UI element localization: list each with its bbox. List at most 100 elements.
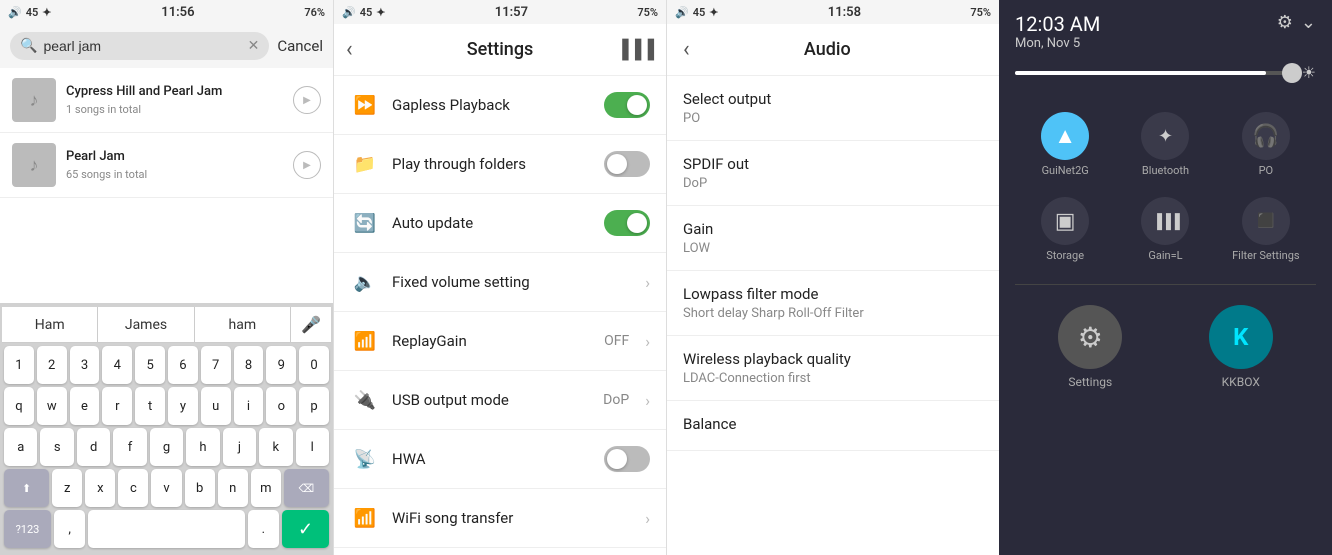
storage-tile-icon: ▣ <box>1041 197 1089 245</box>
kb-key-7[interactable]: 7 <box>201 346 231 384</box>
hwa-toggle[interactable] <box>604 446 650 472</box>
gapless-toggle[interactable] <box>604 92 650 118</box>
clear-icon[interactable]: ✕ <box>248 38 260 54</box>
status-right-1: 76% <box>304 6 325 19</box>
gear-icon[interactable]: ⚙ <box>1277 12 1293 33</box>
bluetooth-label: Bluetooth <box>1142 164 1189 177</box>
kb-c[interactable]: c <box>118 469 148 507</box>
kb-key-5[interactable]: 5 <box>135 346 165 384</box>
settings-item-fixedvol[interactable]: 🔈 Fixed volume setting › <box>334 253 666 312</box>
kb-f[interactable]: f <box>113 428 146 466</box>
settings-item-folders[interactable]: 📁 Play through folders <box>334 135 666 194</box>
kb-o[interactable]: o <box>266 387 296 425</box>
audio-back-button[interactable]: ‹ <box>683 37 690 62</box>
settings-item-hwa[interactable]: 📡 HWA <box>334 430 666 489</box>
kb-delete[interactable]: ⌫ <box>284 469 329 507</box>
mic-icon[interactable]: 🎤 <box>291 307 331 342</box>
kb-key-4[interactable]: 4 <box>102 346 132 384</box>
audio-item-wireless[interactable]: Wireless playback quality LDAC-Connectio… <box>667 336 999 401</box>
song-thumb-2: ♪ <box>12 143 56 187</box>
kb-h[interactable]: h <box>186 428 219 466</box>
qs-tile-po[interactable]: 🎧 PO <box>1216 102 1316 187</box>
kb-b[interactable]: b <box>185 469 215 507</box>
audio-item-lowpass[interactable]: Lowpass filter mode Short delay Sharp Ro… <box>667 271 999 336</box>
kb-v[interactable]: v <box>151 469 181 507</box>
kb-key-3[interactable]: 3 <box>70 346 100 384</box>
kb-a[interactable]: a <box>4 428 37 466</box>
kb-key-2[interactable]: 2 <box>37 346 67 384</box>
kb-key-8[interactable]: 8 <box>234 346 264 384</box>
qs-tile-filter[interactable]: ⬛ Filter Settings <box>1216 187 1316 272</box>
cancel-button[interactable]: Cancel <box>277 37 323 55</box>
brightness-fill <box>1015 71 1266 75</box>
settings-list: ⏩ Gapless Playback 📁 Play through folder… <box>334 76 666 555</box>
settings-item-wifi[interactable]: 📶 WiFi song transfer › <box>334 489 666 548</box>
kb-space[interactable] <box>88 510 245 548</box>
settings-item-autoupdate[interactable]: 🔄 Auto update <box>334 194 666 253</box>
status-bar-1: 🔊 45 ✦ 11:56 76% <box>0 0 333 24</box>
kb-m[interactable]: m <box>251 469 281 507</box>
autoupdate-toggle[interactable] <box>604 210 650 236</box>
kb-k[interactable]: k <box>259 428 292 466</box>
kb-u[interactable]: u <box>201 387 231 425</box>
kb-done[interactable]: ✓ <box>282 510 329 548</box>
qs-tile-bluetooth[interactable]: ✦ Bluetooth <box>1115 102 1215 187</box>
kb-sug-ham2[interactable]: ham <box>195 307 291 342</box>
kb-r[interactable]: r <box>102 387 132 425</box>
kb-j[interactable]: j <box>223 428 256 466</box>
qs-tile-gain[interactable]: ▐▐▐ Gain=L <box>1115 187 1215 272</box>
kb-w[interactable]: w <box>37 387 67 425</box>
kb-i[interactable]: i <box>234 387 264 425</box>
search-wrap[interactable]: 🔍 ✕ <box>10 32 269 60</box>
settings-item-gapless[interactable]: ⏩ Gapless Playback <box>334 76 666 135</box>
expand-icon[interactable]: ⌄ <box>1301 12 1316 33</box>
audio-item-output[interactable]: Select output PO <box>667 76 999 141</box>
audio-item-balance[interactable]: Balance <box>667 401 999 451</box>
kb-n[interactable]: n <box>218 469 248 507</box>
kb-p[interactable]: p <box>299 387 329 425</box>
kb-sug-james[interactable]: James <box>98 307 194 342</box>
qs-tile-guinet2g[interactable]: ▲ GuiNet2G <box>1015 102 1115 187</box>
back-button[interactable]: ‹ <box>346 37 353 62</box>
qs-time: 12:03 AM <box>1015 12 1100 36</box>
kb-key-9[interactable]: 9 <box>266 346 296 384</box>
kb-period[interactable]: . <box>248 510 279 548</box>
kb-e[interactable]: e <box>70 387 100 425</box>
kb-key-0[interactable]: 0 <box>299 346 329 384</box>
kb-shift[interactable]: ⬆ <box>4 469 49 507</box>
filter-label: Filter Settings <box>1232 249 1299 262</box>
brightness-bar[interactable] <box>1015 71 1294 75</box>
kkbox-app-label: KKBOX <box>1222 375 1260 389</box>
kb-sug-ham[interactable]: Ham <box>2 307 98 342</box>
wireless-title: Wireless playback quality <box>683 350 983 368</box>
kb-comma[interactable]: , <box>54 510 85 548</box>
search-input[interactable] <box>43 38 241 54</box>
kb-g[interactable]: g <box>150 428 183 466</box>
kb-d[interactable]: d <box>77 428 110 466</box>
bars-icon[interactable]: ▐▐▐ <box>616 39 654 60</box>
kb-key-6[interactable]: 6 <box>168 346 198 384</box>
settings-item-usb[interactable]: 🔌 USB output mode DoP › <box>334 371 666 430</box>
settings-item-replaygain[interactable]: 📶 ReplayGain OFF › <box>334 312 666 371</box>
song-item-2[interactable]: ♪ Pearl Jam 65 songs in total ▶ <box>0 133 333 198</box>
qs-app-settings[interactable]: ⚙ Settings <box>1015 297 1166 397</box>
qs-app-kkbox[interactable]: K KKBOX <box>1166 297 1317 397</box>
kb-z[interactable]: z <box>52 469 82 507</box>
qs-apps-grid: ⚙ Settings K KKBOX <box>999 289 1332 405</box>
kb-s[interactable]: s <box>40 428 73 466</box>
audio-item-spdif[interactable]: SPDIF out DoP <box>667 141 999 206</box>
kb-num-toggle[interactable]: ?123 <box>4 510 51 548</box>
kb-y[interactable]: y <box>168 387 198 425</box>
kb-t[interactable]: t <box>135 387 165 425</box>
play-button-1[interactable]: ▶ <box>293 86 321 114</box>
qs-tile-storage[interactable]: ▣ Storage <box>1015 187 1115 272</box>
kb-x[interactable]: x <box>85 469 115 507</box>
play-button-2[interactable]: ▶ <box>293 151 321 179</box>
hwa-icon: 📡 <box>350 444 380 474</box>
kb-key-1[interactable]: 1 <box>4 346 34 384</box>
audio-item-gain[interactable]: Gain LOW <box>667 206 999 271</box>
song-item-1[interactable]: ♪ Cypress Hill and Pearl Jam 1 songs in … <box>0 68 333 133</box>
folders-toggle[interactable] <box>604 151 650 177</box>
kb-q[interactable]: q <box>4 387 34 425</box>
kb-l[interactable]: l <box>296 428 329 466</box>
